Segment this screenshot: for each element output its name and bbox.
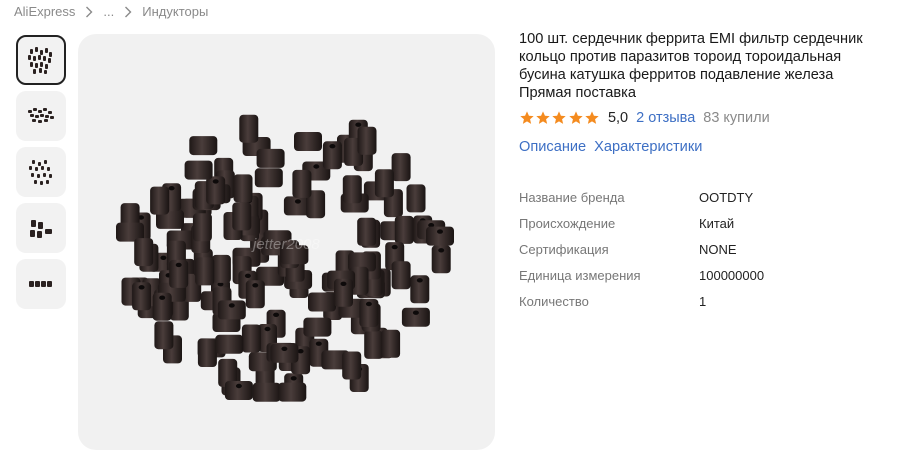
- thumbnail-1[interactable]: [16, 35, 66, 85]
- thumbnail-3[interactable]: [16, 147, 66, 197]
- spec-table: Название бренда OOTDTY Происхождение Кит…: [519, 184, 889, 314]
- thumbnail-image: [29, 160, 52, 185]
- ferrite-bead: [154, 321, 174, 350]
- chevron-right-icon: [124, 6, 132, 18]
- spec-value-quantity: 1: [699, 293, 707, 309]
- spec-row: Сертификация NONE: [519, 236, 889, 262]
- star-icon: [536, 111, 550, 124]
- ferrite-bead: [252, 382, 281, 402]
- ferrite-bead: [270, 343, 299, 363]
- thumbnail-image: [29, 281, 52, 287]
- ferrite-bead: [364, 330, 384, 359]
- ferrite-bead: [195, 257, 215, 286]
- ferrite-bead: [254, 168, 283, 188]
- thumbnail-image: [28, 108, 54, 123]
- ferrite-bead: [401, 307, 430, 327]
- ferrite-bead: [217, 300, 246, 320]
- ferrite-beads-image: jetter2008: [116, 114, 454, 402]
- spec-row: Название бренда OOTDTY: [519, 184, 889, 210]
- rating-row: 5,0 2 отзыва 83 купили: [519, 108, 889, 128]
- ferrite-bead: [292, 169, 312, 198]
- ferrite-bead: [169, 259, 189, 288]
- tab-characteristics[interactable]: Характеристики: [594, 139, 702, 155]
- spec-value-brand: OOTDTY: [699, 189, 754, 205]
- ferrite-bead: [381, 329, 401, 358]
- ferrite-bead: [294, 132, 322, 151]
- breadcrumb: AliExpress ... Индукторы: [14, 4, 208, 19]
- ferrite-bead: [256, 148, 285, 168]
- ferrite-bead: [374, 169, 394, 198]
- breadcrumb-current[interactable]: Индукторы: [142, 4, 208, 19]
- ferrite-bead: [152, 292, 172, 321]
- ferrite-bead: [197, 339, 217, 367]
- thumbnail-2[interactable]: [16, 91, 66, 141]
- ferrite-bead: [342, 351, 362, 380]
- image-watermark: jetter2008: [251, 236, 320, 253]
- ferrite-bead: [410, 275, 430, 304]
- ferrite-bead: [359, 299, 379, 327]
- ferrite-bead: [206, 176, 226, 205]
- ferrite-bead: [357, 217, 377, 246]
- ferrite-bead: [224, 381, 253, 400]
- spec-value-unit: 100000000: [699, 267, 765, 283]
- ferrite-bead: [357, 126, 377, 155]
- ferrite-bead: [215, 334, 244, 354]
- ferrite-bead: [334, 278, 353, 307]
- ferrite-bead: [406, 184, 426, 213]
- ferrite-bead: [391, 261, 411, 290]
- ferrite-bead: [431, 245, 451, 274]
- breadcrumb-ellipsis[interactable]: ...: [103, 4, 114, 19]
- ferrite-bead: [184, 160, 213, 180]
- ferrite-bead: [426, 226, 454, 246]
- ferrite-bead: [150, 186, 170, 215]
- spec-key-unit: Единица измерения: [519, 267, 641, 283]
- ferrite-bead: [278, 382, 307, 402]
- rating-stars: [519, 110, 600, 126]
- ferrite-bead: [232, 202, 252, 231]
- ferrite-bead: [391, 153, 411, 182]
- ferrite-bead: [308, 292, 336, 312]
- thumbnail-5[interactable]: [16, 259, 66, 309]
- ferrite-bead: [211, 254, 231, 283]
- breadcrumb-aliexpress[interactable]: AliExpress: [14, 4, 75, 19]
- star-icon: [552, 111, 567, 124]
- ferrite-bead: [245, 280, 265, 309]
- ferrite-bead: [241, 324, 261, 353]
- ferrite-bead: [342, 175, 362, 204]
- ferrite-bead: [192, 213, 212, 242]
- rating-value: 5,0: [607, 110, 629, 126]
- star-icon: [568, 111, 583, 124]
- thumbnail-image: [30, 220, 52, 238]
- star-icon: [585, 111, 599, 124]
- star-icon: [520, 111, 534, 124]
- ferrite-bead: [303, 317, 332, 337]
- ferrite-bead: [132, 282, 152, 311]
- spec-key-certification: Сертификация: [519, 241, 609, 257]
- tab-description[interactable]: Описание: [519, 139, 586, 155]
- ferrite-bead: [322, 141, 342, 170]
- spec-row: Единица измерения 100000000: [519, 262, 889, 288]
- ferrite-bead: [239, 114, 259, 143]
- spec-key-brand: Название бренда: [519, 189, 625, 205]
- product-tabs: Описание Характеристики: [519, 139, 889, 155]
- main-product-image[interactable]: jetter2008: [78, 34, 495, 450]
- reviews-link[interactable]: 2 отзыва: [636, 110, 695, 126]
- spec-row: Происхождение Китай: [519, 210, 889, 236]
- spec-value-certification: NONE: [699, 241, 737, 257]
- ferrite-bead: [233, 174, 253, 203]
- spec-key-quantity: Количество: [519, 293, 589, 309]
- ferrite-bead: [189, 136, 218, 156]
- product-info: 100 шт. сердечник феррита EMI фильтр сер…: [519, 30, 889, 314]
- spec-value-origin: Китай: [699, 215, 735, 231]
- spec-row: Количество 1: [519, 288, 889, 314]
- thumbnail-image: [28, 47, 52, 74]
- thumbnail-list: [16, 35, 68, 315]
- bought-count: 83 купили: [703, 110, 770, 126]
- thumbnail-4[interactable]: [16, 203, 66, 253]
- ferrite-bead: [134, 238, 154, 267]
- ferrite-bead: [394, 215, 414, 244]
- product-title: 100 шт. сердечник феррита EMI фильтр сер…: [519, 31, 863, 101]
- spec-key-origin: Происхождение: [519, 215, 616, 231]
- chevron-right-icon: [85, 6, 93, 18]
